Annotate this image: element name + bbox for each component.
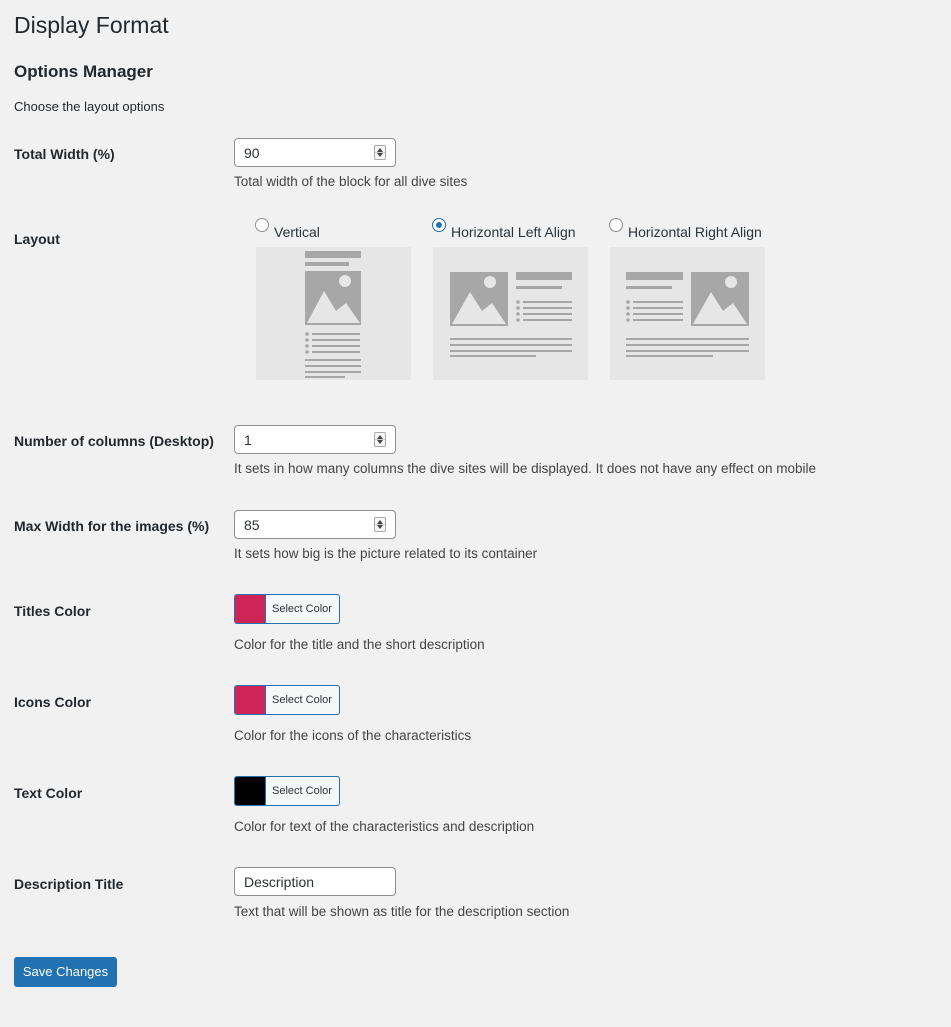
layout-horizontal-right-radio[interactable]: [609, 218, 623, 232]
layout-horizontal-left-preview[interactable]: [433, 247, 588, 380]
number-spinner-icon[interactable]: [374, 432, 386, 447]
titles-color-swatch: [235, 595, 266, 623]
layout-vertical-label: Vertical: [274, 224, 320, 240]
total-width-label: Total Width (%): [14, 146, 115, 162]
text-color-button-label: Select Color: [272, 785, 332, 797]
description-title-help: Text that will be shown as title for the…: [234, 904, 570, 919]
icons-color-help: Color for the icons of the characteristi…: [234, 728, 472, 743]
save-changes-button[interactable]: Save Changes: [14, 957, 117, 987]
layout-label: Layout: [14, 231, 60, 247]
section-title: Options Manager: [14, 62, 153, 81]
layout-horizontal-right-label: Horizontal Right Align: [628, 224, 762, 240]
icons-color-button-label: Select Color: [272, 694, 332, 706]
titles-color-help: Color for the title and the short descri…: [234, 637, 485, 652]
layout-horizontal-left-radio[interactable]: [432, 218, 446, 232]
icons-color-swatch: [235, 686, 266, 714]
section-description: Choose the layout options: [14, 99, 165, 114]
max-width-help: It sets how big is the picture related t…: [234, 546, 538, 561]
description-title-label: Description Title: [14, 876, 124, 892]
columns-label: Number of columns (Desktop): [14, 433, 214, 449]
icons-color-label: Icons Color: [14, 694, 92, 710]
text-color-swatch: [235, 777, 266, 805]
description-title-value: Description: [244, 874, 315, 890]
total-width-input[interactable]: 90: [234, 138, 396, 167]
text-color-button[interactable]: Select Color: [234, 776, 340, 806]
max-width-input[interactable]: 85: [234, 510, 396, 539]
layout-horizontal-left-label: Horizontal Left Align: [451, 224, 576, 240]
icons-color-button[interactable]: Select Color: [234, 685, 340, 715]
total-width-value: 90: [244, 145, 260, 161]
number-spinner-icon[interactable]: [374, 517, 386, 532]
number-spinner-icon[interactable]: [374, 145, 386, 160]
max-width-value: 85: [244, 517, 260, 533]
titles-color-button-label: Select Color: [272, 603, 332, 615]
layout-vertical-preview[interactable]: [256, 247, 411, 380]
columns-input[interactable]: 1: [234, 425, 396, 454]
text-color-help: Color for text of the characteristics an…: [234, 819, 535, 834]
layout-vertical-radio[interactable]: [255, 218, 269, 232]
description-title-input[interactable]: Description: [234, 867, 396, 896]
layout-horizontal-right-preview[interactable]: [610, 247, 765, 380]
max-width-label: Max Width for the images (%): [14, 518, 210, 534]
text-color-label: Text Color: [14, 785, 83, 801]
total-width-help: Total width of the block for all dive si…: [234, 174, 468, 189]
columns-help: It sets in how many columns the dive sit…: [234, 461, 817, 476]
titles-color-label: Titles Color: [14, 603, 91, 619]
columns-value: 1: [244, 432, 252, 448]
titles-color-button[interactable]: Select Color: [234, 594, 340, 624]
page-title: Display Format: [14, 12, 169, 38]
